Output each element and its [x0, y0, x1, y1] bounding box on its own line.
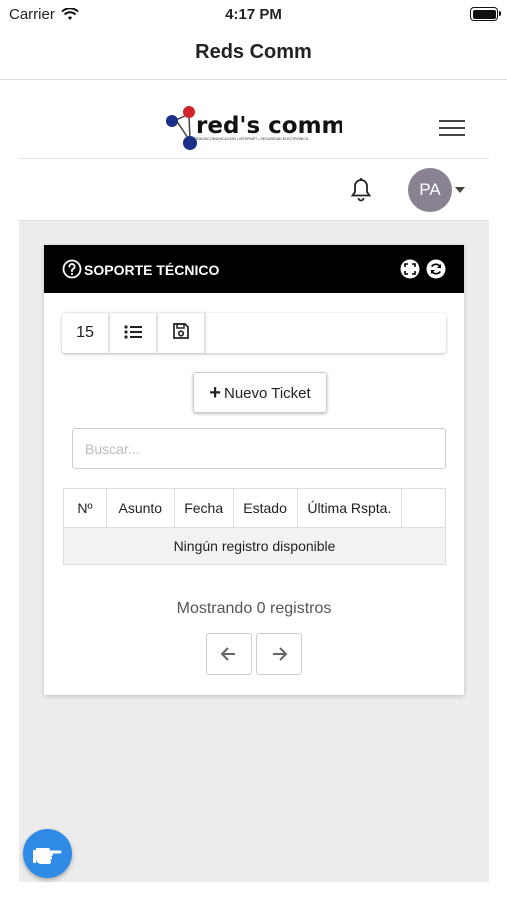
panel-title: SOPORTE TÉCNICO — [84, 262, 220, 278]
list-view-button[interactable] — [110, 313, 157, 353]
status-bar: Carrier 4:17 PM — [0, 0, 507, 28]
arrow-left-icon — [220, 647, 235, 661]
save-icon — [173, 323, 189, 339]
brand-logo: red's comm RADIOCOMUNICACIÓN • INTERNET … — [166, 106, 342, 150]
tickets-table: Nº Asunto Fecha Estado Última Rspta. Nin… — [63, 488, 446, 565]
search-input[interactable] — [72, 428, 446, 469]
column-header-number[interactable]: Nº — [63, 488, 107, 528]
next-page-button[interactable] — [256, 633, 302, 675]
fullscreen-icon[interactable] — [400, 259, 420, 279]
battery-icon — [470, 7, 501, 21]
column-header-actions — [401, 488, 446, 528]
table-header-row: Nº Asunto Fecha Estado Última Rspta. — [63, 488, 446, 528]
web-view: red's comm RADIOCOMUNICACIÓN • INTERNET … — [19, 98, 489, 882]
column-header-subject[interactable]: Asunto — [105, 488, 175, 528]
user-bar: PA — [19, 159, 489, 221]
column-header-status[interactable]: Estado — [232, 488, 298, 528]
refresh-icon[interactable] — [426, 259, 446, 279]
help-fab-button[interactable] — [23, 829, 72, 878]
save-button[interactable] — [158, 313, 205, 353]
records-count: Mostrando 0 registros — [176, 600, 332, 617]
clock: 4:17 PM — [225, 6, 282, 23]
support-panel: SOPORTE TÉCNICO 15 +Nuevo Ticket Nº Asun… — [44, 245, 464, 695]
site-header: red's comm RADIOCOMUNICACIÓN • INTERNET … — [19, 98, 489, 159]
column-header-date[interactable]: Fecha — [173, 488, 234, 528]
avatar[interactable]: PA — [408, 168, 452, 212]
hand-pointer-icon — [33, 848, 62, 864]
prev-page-button[interactable] — [206, 633, 252, 675]
list-icon — [124, 325, 142, 339]
table-row: Ningún registro disponible — [63, 527, 446, 565]
new-ticket-button[interactable]: + Nuevo Ticket — [193, 372, 327, 413]
hamburger-icon[interactable] — [439, 120, 465, 138]
table-toolbar: 15 — [62, 313, 446, 353]
panel-header: SOPORTE TÉCNICO — [44, 245, 464, 293]
plus-icon: + — [209, 382, 221, 404]
bell-icon[interactable] — [349, 177, 373, 203]
logo-text: red's comm — [196, 113, 342, 139]
app-title: Reds Comm — [0, 28, 507, 80]
question-icon — [62, 259, 82, 279]
page-size-button[interactable]: 15 — [62, 313, 109, 353]
new-ticket-label: Nuevo Ticket — [223, 385, 311, 402]
arrow-right-icon — [273, 647, 288, 661]
chevron-down-icon[interactable] — [455, 187, 465, 193]
logo-tagline: RADIOCOMUNICACIÓN • INTERNET • SEGURIDAD… — [196, 136, 309, 141]
column-header-last-reply[interactable]: Última Rspta. — [296, 488, 403, 528]
empty-message: Ningún registro disponible — [63, 527, 446, 565]
